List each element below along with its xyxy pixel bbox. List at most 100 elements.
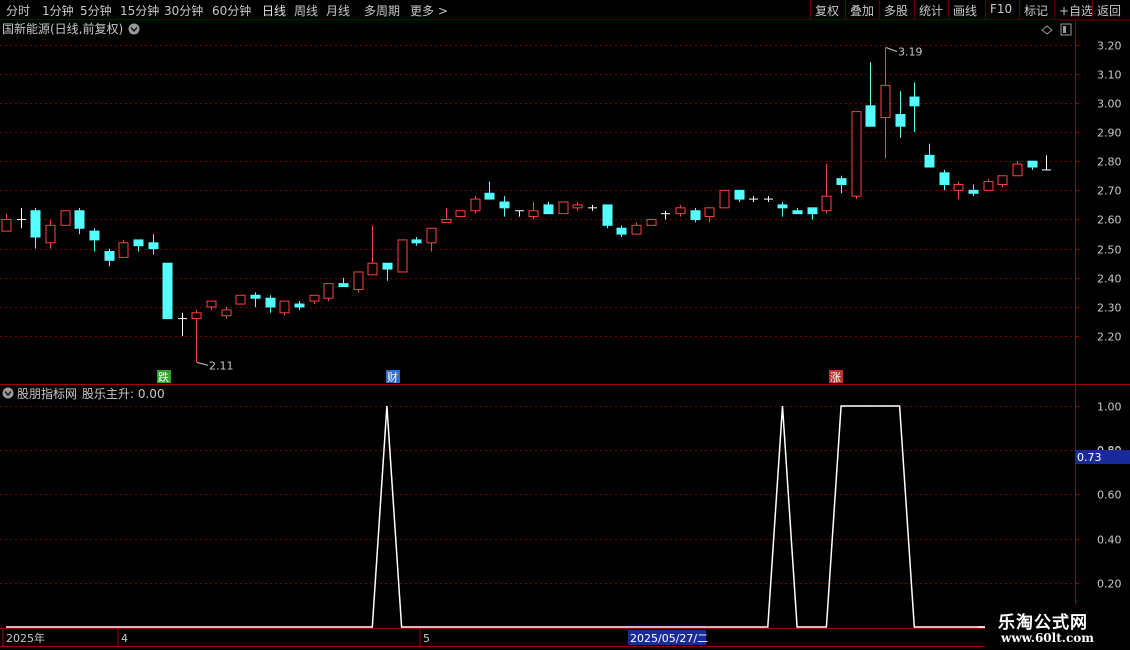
kline-chart[interactable]: 2.20 2.30 2.40 2.50 2.60 2.70 2.80 2.90 3.00 3.10… [0, 0, 1130, 650]
period-tab-4[interactable]: 30分钟 [164, 2, 203, 19]
candle-up [880, 84, 891, 118]
price-tick-label: 2.20 [1097, 331, 1122, 344]
candle-up [397, 239, 408, 273]
candle-down [74, 210, 85, 229]
candle-down [411, 239, 422, 244]
period-toolbar: 分时 1分钟 5分钟 15分钟 30分钟 60分钟 日线 周线 月线 多周期 更多 > 复权 叠加 多股统… [0, 0, 1130, 20]
price-tick-label: 2.50 [1097, 244, 1122, 257]
price-tick-label: 3.20 [1097, 40, 1122, 53]
price-tick-label: 2.40 [1097, 273, 1122, 286]
candle-down [895, 114, 906, 127]
candle-up [821, 195, 832, 212]
high-label: 3.19 [898, 45, 923, 58]
candle-down [162, 262, 173, 320]
date-label: 4 [121, 632, 128, 645]
indicator-tick-label: 0.40 [1097, 534, 1122, 547]
candle-up [675, 207, 686, 215]
period-tab-5[interactable]: 60分钟 [212, 2, 251, 19]
candle-down [30, 210, 41, 238]
toolbar-button-3[interactable]: 统计 [914, 0, 948, 19]
date-label: 2025年 [6, 631, 45, 645]
candle-up [309, 294, 320, 302]
period-tab-9[interactable]: 多周期 [364, 2, 400, 19]
candle-up [367, 262, 378, 276]
event-badge-1[interactable]: 财 [387, 370, 398, 384]
candle-up [323, 283, 334, 299]
candle-up [470, 198, 481, 212]
candle-up [558, 201, 569, 215]
candle-down [734, 189, 745, 200]
toolbar-button-7[interactable]: +自选 [1054, 0, 1093, 19]
candle-down [148, 242, 159, 250]
candle-down [690, 210, 701, 220]
candle-up [528, 210, 539, 218]
candle-down [836, 178, 847, 186]
candle-down [265, 297, 276, 308]
period-tab-10[interactable]: 更多 > [410, 2, 448, 19]
indicator-name: 股朋指标网 [17, 386, 77, 401]
candle-down [1027, 160, 1038, 168]
indicator-tick-label: 1.00 [1097, 401, 1122, 414]
candle-down [133, 239, 144, 247]
toolbar-button-1[interactable]: 叠加 [845, 0, 879, 19]
candle-up [455, 210, 466, 218]
candle-down [338, 283, 349, 288]
candle-up [983, 181, 994, 191]
candle-down [484, 192, 495, 200]
toolbar-button-5[interactable]: F10 [985, 0, 1019, 19]
price-tick-label: 2.30 [1097, 302, 1122, 315]
candle-down [924, 154, 935, 168]
candle-down [939, 172, 950, 186]
watermark-title: 乐淘公式网 [998, 613, 1088, 633]
candle-up [118, 242, 129, 258]
price-tick-label: 3.10 [1097, 69, 1122, 82]
chevron-down-icon[interactable] [2, 387, 14, 399]
candle-down [89, 230, 100, 241]
candle-up [191, 312, 202, 320]
candle-up [719, 189, 730, 209]
candle-down [382, 262, 393, 270]
event-badge-2[interactable]: 涨 [830, 371, 841, 384]
low-pointer [196, 361, 209, 366]
price-tick-label: 2.70 [1097, 185, 1122, 198]
indicator-line-label: 股乐主升: 0.00 [82, 387, 165, 401]
period-tab-6[interactable]: 日线 [262, 2, 286, 19]
period-tab-8[interactable]: 月线 [326, 2, 350, 19]
candle-up [704, 207, 715, 218]
toolbar-button-4[interactable]: 画线 [948, 0, 985, 19]
toolbar-button-6[interactable]: 标记 [1019, 0, 1054, 19]
toolbar-button-0[interactable]: 复权 [810, 0, 845, 19]
period-tab-3[interactable]: 15分钟 [120, 2, 159, 19]
toolbar-button-2[interactable]: 多股 [879, 0, 914, 19]
event-badge-0[interactable]: 跌 [158, 370, 169, 384]
candle-up [997, 175, 1008, 186]
candle-up [206, 300, 217, 308]
candle-down [968, 189, 979, 194]
candle-up [45, 224, 56, 244]
candle-down [807, 207, 818, 215]
toolbar-button-8[interactable]: 返回 [1092, 0, 1130, 19]
candle-up [646, 218, 657, 226]
period-tab-7[interactable]: 周线 [294, 2, 318, 19]
candle-down [792, 210, 803, 215]
candle-up [353, 271, 364, 290]
main-chart-title: 国新能源(日线,前复权) [2, 21, 123, 36]
diamond-icon[interactable] [1041, 25, 1053, 35]
candle-up [572, 204, 583, 209]
candle-up [235, 294, 246, 305]
price-tick-label: 3.00 [1097, 98, 1122, 111]
candle-down [777, 204, 788, 209]
price-tick-label: 2.90 [1097, 127, 1122, 140]
price-tick-label: 2.60 [1097, 214, 1122, 227]
period-tab-1[interactable]: 1分钟 [42, 2, 74, 19]
period-tab-0[interactable]: 分时 [6, 2, 30, 19]
price-tick-label: 2.80 [1097, 156, 1122, 169]
candle-up [851, 111, 862, 197]
candle-up [631, 224, 642, 235]
chevron-down-icon[interactable] [128, 23, 140, 35]
indicator-line [6, 405, 1105, 628]
candle-up [1012, 163, 1023, 177]
candle-down [602, 204, 613, 226]
period-tab-2[interactable]: 5分钟 [80, 2, 112, 19]
panel-toggle-icon-bar [1063, 26, 1066, 33]
